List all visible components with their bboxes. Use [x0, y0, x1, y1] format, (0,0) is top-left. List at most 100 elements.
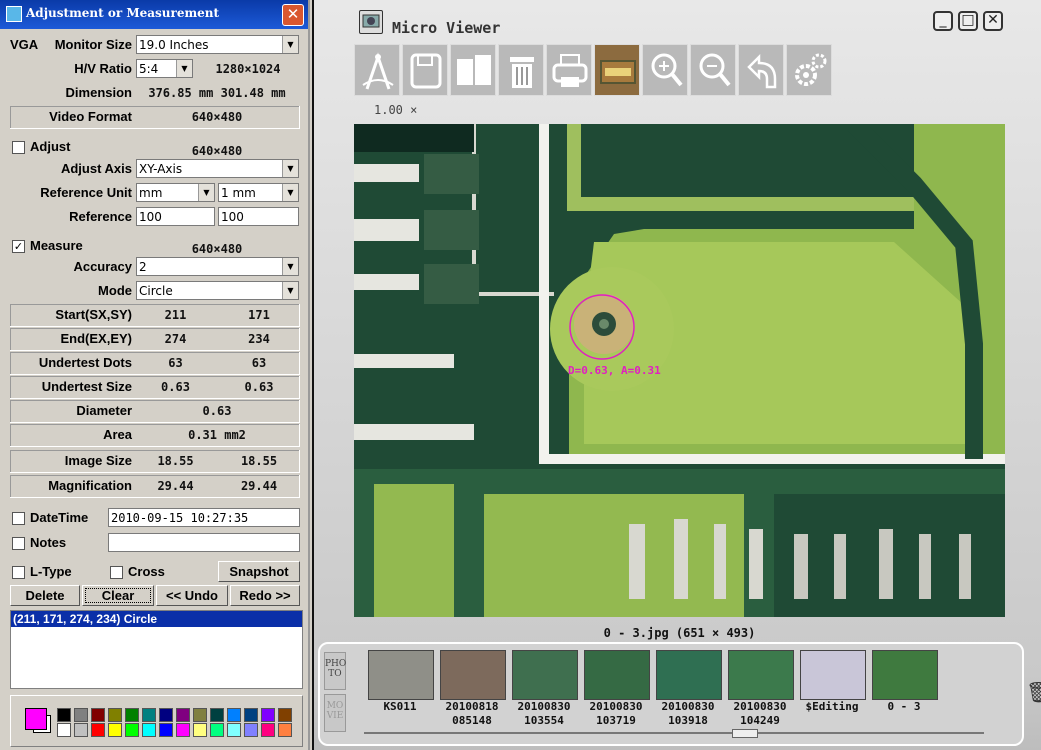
- accuracy-select[interactable]: 2 ▼: [136, 257, 299, 276]
- color-swatch[interactable]: [74, 708, 88, 722]
- color-swatch[interactable]: [142, 723, 156, 737]
- pcb-image-canvas[interactable]: D=0.63, A=0.31: [354, 124, 1005, 617]
- color-swatch[interactable]: [244, 723, 258, 737]
- zoom-out-icon[interactable]: [690, 44, 736, 96]
- copy-icon[interactable]: [450, 44, 496, 96]
- adjust-checkbox[interactable]: [12, 141, 25, 154]
- ruler-case-icon[interactable]: [594, 44, 640, 96]
- color-swatch[interactable]: [108, 723, 122, 737]
- color-swatch[interactable]: [278, 708, 292, 722]
- notes-input[interactable]: [108, 533, 300, 552]
- reference-x-input[interactable]: 100: [136, 207, 215, 226]
- color-swatch[interactable]: [244, 708, 258, 722]
- close-icon[interactable]: ✕: [282, 4, 304, 26]
- hv-ratio-select[interactable]: 5:4 ▼: [136, 59, 193, 78]
- area-value: 0.31 mm2: [188, 428, 246, 442]
- tab-photo[interactable]: PHO TO: [324, 652, 346, 690]
- settings-gears-icon[interactable]: [786, 44, 832, 96]
- thumbnail-image[interactable]: [872, 650, 938, 700]
- measure-checkbox[interactable]: ✓: [12, 240, 25, 253]
- color-swatch[interactable]: [176, 723, 190, 737]
- edit-buttons-row: Delete Clear << Undo Redo >>: [10, 585, 300, 608]
- mode-select[interactable]: Circle ▼: [136, 281, 299, 300]
- color-swatch[interactable]: [193, 708, 207, 722]
- reference-unit-select[interactable]: mm ▼: [136, 183, 215, 202]
- accuracy-label: Accuracy: [73, 259, 132, 274]
- color-swatch[interactable]: [57, 708, 71, 722]
- clear-button[interactable]: Clear: [82, 585, 154, 606]
- color-swatch[interactable]: [210, 708, 224, 722]
- color-swatch[interactable]: [210, 723, 224, 737]
- color-swatch[interactable]: [159, 723, 173, 737]
- image-size-label: Image Size: [64, 453, 132, 468]
- thumbnail-image[interactable]: [512, 650, 578, 700]
- undertest-size-y: 0.63: [244, 380, 274, 394]
- undertest-size-label: Undertest Size: [41, 379, 132, 394]
- viewer-body: Micro Viewer _ □ ✕ 1.00 × D=0.63, A=0.31…: [314, 0, 1041, 750]
- strip-scrollbar[interactable]: [364, 732, 984, 734]
- undo-arrow-icon[interactable]: [738, 44, 784, 96]
- print-icon[interactable]: [546, 44, 592, 96]
- color-swatch[interactable]: [91, 708, 105, 722]
- maximize-icon[interactable]: □: [958, 11, 978, 31]
- cross-checkbox[interactable]: [110, 566, 123, 579]
- list-item[interactable]: (211, 171, 274, 234) Circle: [11, 611, 302, 627]
- adjust-axis-value: XY-Axis: [139, 162, 183, 176]
- tab-movie[interactable]: MO VIE: [324, 694, 346, 732]
- area-label: Area: [103, 427, 132, 442]
- color-swatch[interactable]: [261, 708, 275, 722]
- thumbnail-image[interactable]: [440, 650, 506, 700]
- monitor-size-select[interactable]: 19.0 Inches ▼: [136, 35, 299, 54]
- reference-step-value: 1 mm: [221, 186, 256, 200]
- ltype-checkbox[interactable]: [12, 566, 25, 579]
- thumbnail-label: 20100830 103918: [661, 700, 715, 727]
- measurement-list[interactable]: (211, 171, 274, 234) Circle: [10, 610, 303, 689]
- color-swatch[interactable]: [227, 723, 241, 737]
- undertest-dots-label: Undertest Dots: [38, 355, 132, 370]
- color-swatch[interactable]: [125, 723, 139, 737]
- diameter-row: Diameter 0.63: [10, 400, 300, 423]
- minimize-icon[interactable]: _: [933, 11, 953, 31]
- datetime-input[interactable]: 2010-09-15 10:27:35: [108, 508, 300, 527]
- reference-row: Reference 100 100: [10, 206, 300, 229]
- thumbnail-image[interactable]: [656, 650, 722, 700]
- thumbnail-image[interactable]: [800, 650, 866, 700]
- chevron-down-icon: ▼: [176, 60, 192, 77]
- color-swatch[interactable]: [74, 723, 88, 737]
- adjust-axis-row: Adjust Axis XY-Axis ▼: [10, 158, 300, 181]
- snapshot-button[interactable]: Snapshot: [218, 561, 300, 582]
- end-label: End(EX,EY): [60, 331, 132, 346]
- color-swatch[interactable]: [261, 723, 275, 737]
- undo-button[interactable]: << Undo: [156, 585, 228, 606]
- thumbnail-image[interactable]: [368, 650, 434, 700]
- notes-checkbox[interactable]: [12, 537, 25, 550]
- measure-compass-icon[interactable]: [354, 44, 400, 96]
- reference-y-input[interactable]: 100: [218, 207, 299, 226]
- recycle-bin-icon[interactable]: 🗑: [1026, 680, 1041, 704]
- color-swatch[interactable]: [227, 708, 241, 722]
- zoom-in-icon[interactable]: [642, 44, 688, 96]
- strip-scroll-thumb[interactable]: [732, 729, 758, 738]
- color-swatch[interactable]: [108, 708, 122, 722]
- color-swatch[interactable]: [57, 723, 71, 737]
- color-swatch[interactable]: [176, 708, 190, 722]
- chevron-down-icon: ▼: [282, 36, 298, 53]
- current-color-swatch[interactable]: [25, 708, 47, 730]
- color-swatch[interactable]: [193, 723, 207, 737]
- color-swatch[interactable]: [159, 708, 173, 722]
- color-swatch[interactable]: [278, 723, 292, 737]
- close-icon[interactable]: ✕: [983, 11, 1003, 31]
- undertest-dots-y: 63: [251, 356, 267, 370]
- color-swatch[interactable]: [91, 723, 105, 737]
- adjust-axis-select[interactable]: XY-Axis ▼: [136, 159, 299, 178]
- thumbnail-image[interactable]: [584, 650, 650, 700]
- color-swatch[interactable]: [142, 708, 156, 722]
- reference-step-select[interactable]: 1 mm ▼: [218, 183, 299, 202]
- redo-button[interactable]: Redo >>: [230, 585, 300, 606]
- datetime-checkbox[interactable]: [12, 512, 25, 525]
- thumbnail-image[interactable]: [728, 650, 794, 700]
- delete-button[interactable]: Delete: [10, 585, 80, 606]
- color-swatch[interactable]: [125, 708, 139, 722]
- save-icon[interactable]: [402, 44, 448, 96]
- delete-icon[interactable]: [498, 44, 544, 96]
